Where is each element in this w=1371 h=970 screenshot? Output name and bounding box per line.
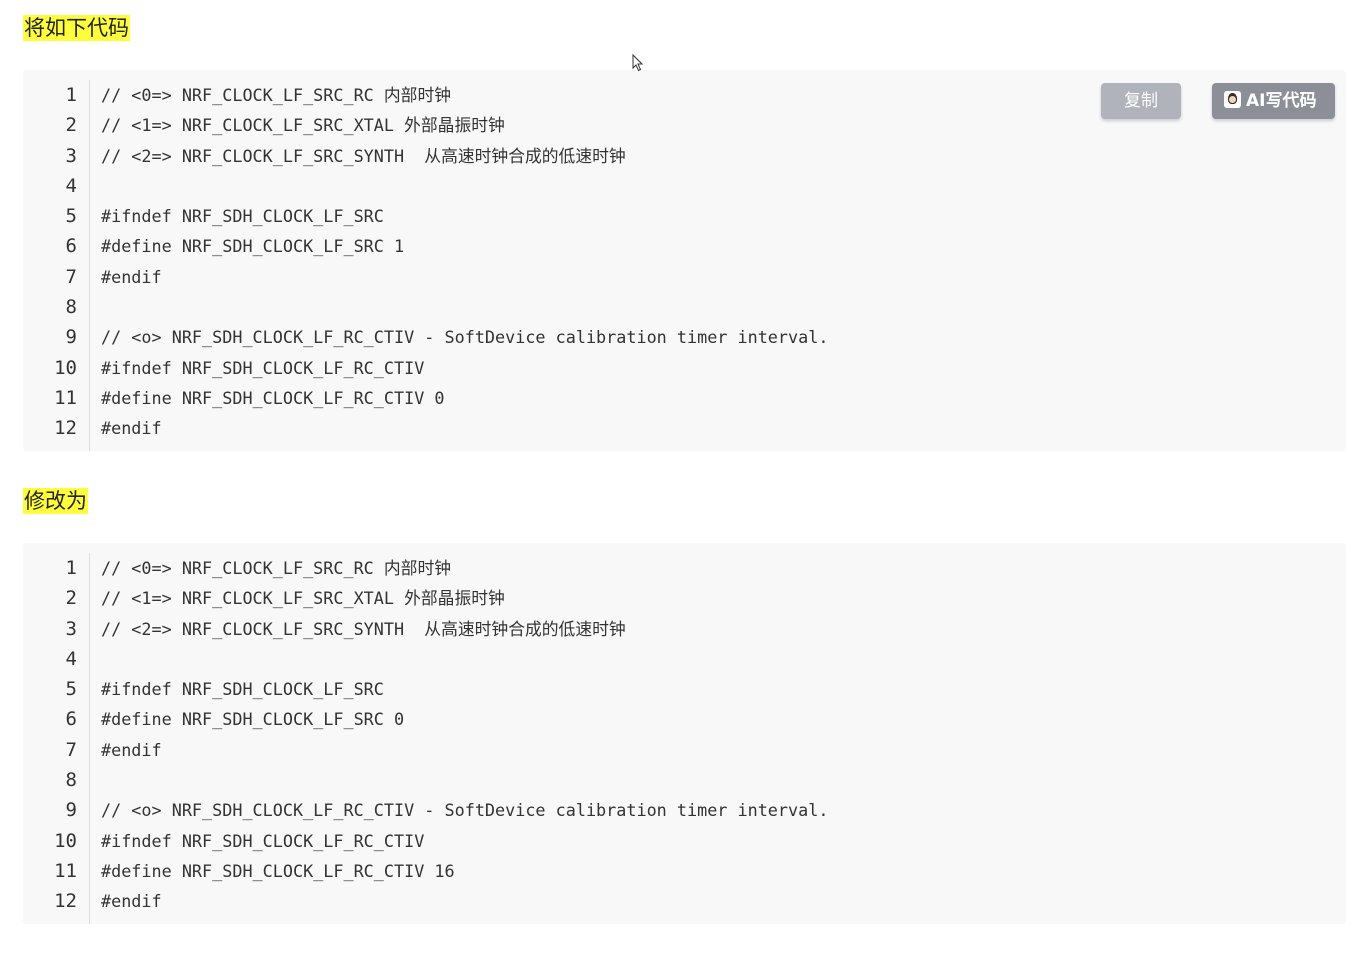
- line-number: 9: [65, 326, 77, 349]
- line-number: 9: [65, 799, 77, 822]
- line-number: 11: [54, 859, 77, 882]
- ai-avatar-icon: [1224, 91, 1241, 108]
- line-number: 12: [54, 890, 77, 913]
- code-line: #ifndef NRF_SDH_CLOCK_LF_RC_CTIV: [101, 357, 425, 378]
- code-line: // <0=> NRF_CLOCK_LF_SRC_RC 内部时钟: [101, 558, 452, 578]
- line-number-gutter: 1 2 3 4 5 6 7 8 9 10 11 12: [23, 80, 90, 451]
- code-line: // <2=> NRF_CLOCK_LF_SRC_SYNTH 从高速时钟合成的低…: [101, 145, 626, 166]
- code-lines[interactable]: // <0=> NRF_CLOCK_LF_SRC_RC 内部时钟 // <1=>…: [101, 80, 1346, 444]
- code-line: #define NRF_SDH_CLOCK_LF_SRC 1: [101, 236, 405, 257]
- line-number: 4: [65, 174, 77, 197]
- line-number: 2: [65, 587, 77, 610]
- code-line: #define NRF_SDH_CLOCK_LF_SRC 0: [101, 709, 405, 730]
- code-line: #ifndef NRF_SDH_CLOCK_LF_RC_CTIV: [101, 830, 425, 851]
- line-number: 5: [65, 678, 77, 701]
- line-number: 6: [65, 235, 77, 258]
- mouse-cursor-icon: [632, 54, 644, 72]
- ai-write-code-button[interactable]: AI写代码: [1212, 83, 1335, 119]
- line-number: 10: [54, 356, 77, 379]
- line-number: 7: [65, 738, 77, 761]
- line-number: 12: [54, 417, 77, 440]
- line-number-gutter: 1 2 3 4 5 6 7 8 9 10 11 12: [23, 553, 90, 924]
- line-number: 2: [65, 114, 77, 137]
- code-line: #endif: [101, 418, 162, 439]
- line-number: 1: [65, 84, 77, 106]
- line-number: 8: [65, 769, 77, 792]
- line-number: 8: [65, 296, 77, 319]
- code-line: // <1=> NRF_CLOCK_LF_SRC_XTAL 外部晶振时钟: [101, 588, 505, 609]
- code-line: #endif: [101, 739, 162, 760]
- line-number: 6: [65, 708, 77, 731]
- line-number: 11: [54, 386, 77, 409]
- line-number: 3: [65, 144, 77, 167]
- code-line: #endif: [101, 266, 162, 287]
- code-line: // <o> NRF_SDH_CLOCK_LF_RC_CTIV - SoftDe…: [101, 327, 829, 348]
- code-line: // <2=> NRF_CLOCK_LF_SRC_SYNTH 从高速时钟合成的低…: [101, 618, 626, 639]
- section-heading-original: 将如下代码: [23, 15, 130, 41]
- code-lines[interactable]: // <0=> NRF_CLOCK_LF_SRC_RC 内部时钟 // <1=>…: [101, 553, 1346, 917]
- code-line: #ifndef NRF_SDH_CLOCK_LF_SRC: [101, 206, 384, 227]
- ai-write-code-label: AI写代码: [1246, 91, 1317, 111]
- section-heading-modified: 修改为: [23, 488, 88, 514]
- code-line: // <o> NRF_SDH_CLOCK_LF_RC_CTIV - SoftDe…: [101, 800, 829, 821]
- line-number: 10: [54, 829, 77, 852]
- code-block-modified: 1 2 3 4 5 6 7 8 9 10 11 12 // <0=> NRF_C…: [23, 543, 1346, 924]
- code-line: #endif: [101, 891, 162, 912]
- code-block-original: 1 2 3 4 5 6 7 8 9 10 11 12 // <0=> NRF_C…: [23, 70, 1346, 451]
- code-line: #ifndef NRF_SDH_CLOCK_LF_SRC: [101, 679, 384, 700]
- line-number: 4: [65, 647, 77, 670]
- code-line: #define NRF_SDH_CLOCK_LF_RC_CTIV 0: [101, 387, 445, 408]
- code-line: #define NRF_SDH_CLOCK_LF_RC_CTIV 16: [101, 860, 455, 881]
- line-number: 7: [65, 265, 77, 288]
- line-number: 5: [65, 205, 77, 228]
- line-number: 3: [65, 617, 77, 640]
- line-number: 1: [65, 557, 77, 579]
- copy-button[interactable]: 复制: [1101, 83, 1181, 119]
